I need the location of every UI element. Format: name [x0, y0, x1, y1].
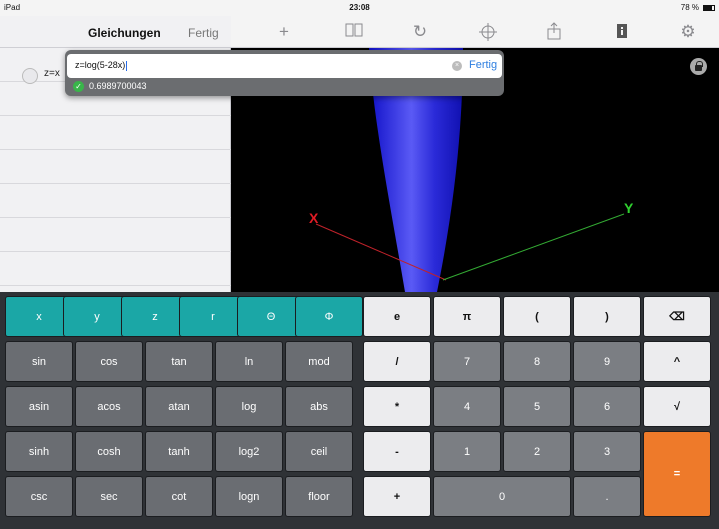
page-indicator — [176, 521, 196, 525]
key-plus[interactable]: + — [363, 476, 431, 517]
key-atan[interactable]: atan — [145, 386, 213, 427]
key-asin[interactable]: asin — [5, 386, 73, 427]
key-cot[interactable]: cot — [145, 476, 213, 517]
info-icon[interactable] — [611, 22, 633, 42]
key-tan[interactable]: tan — [145, 341, 213, 382]
equation-input-text: z=log(5-28x) — [75, 60, 128, 71]
key-log[interactable]: log — [215, 386, 283, 427]
y-axis-label: Y — [624, 200, 634, 216]
key-equals[interactable]: = — [643, 431, 711, 517]
book-icon[interactable] — [343, 22, 365, 42]
key-ln[interactable]: ln — [215, 341, 283, 382]
sidebar-title: Gleichungen — [88, 26, 161, 40]
equation-row[interactable] — [0, 116, 231, 150]
app-root: iPad 23:08 78 % Gleichungen Fertig z=x +… — [0, 0, 719, 529]
key-acos[interactable]: acos — [75, 386, 143, 427]
equation-row[interactable] — [0, 252, 231, 286]
equation-row[interactable] — [0, 218, 231, 252]
key-minus[interactable]: - — [363, 431, 431, 472]
key-mod[interactable]: mod — [285, 341, 353, 382]
equation-row[interactable] — [0, 184, 231, 218]
key-sin[interactable]: sin — [5, 341, 73, 382]
key-7[interactable]: 7 — [433, 341, 501, 382]
equation-preview: z=x — [44, 68, 60, 79]
key-4[interactable]: 4 — [433, 386, 501, 427]
lock-icon[interactable] — [690, 58, 707, 75]
key-sec[interactable]: sec — [75, 476, 143, 517]
equation-input-value: z=log(5-28x) — [75, 60, 126, 70]
battery-percent: 78 % — [680, 3, 699, 12]
settings-icon[interactable]: ⚙ — [677, 22, 699, 42]
key-8[interactable]: 8 — [503, 341, 571, 382]
key-0[interactable]: 0 — [433, 476, 571, 517]
y-axis-line — [442, 213, 625, 281]
key-sinh[interactable]: sinh — [5, 431, 73, 472]
key-3[interactable]: 3 — [573, 431, 641, 472]
math-keypad: x y z r Θ Φ e π ( ) ⌫ sin cos tan ln mod… — [0, 292, 719, 529]
crosshair-icon[interactable] — [477, 22, 499, 42]
key-power[interactable]: ^ — [643, 341, 711, 382]
key-open-paren[interactable]: ( — [503, 296, 571, 337]
text-caret — [126, 60, 128, 71]
backspace-icon[interactable]: ⌫ — [643, 296, 711, 337]
sidebar-done-button[interactable]: Fertig — [188, 26, 219, 40]
key-divide[interactable]: / — [363, 341, 431, 382]
equation-row[interactable] — [0, 150, 231, 184]
key-decimal[interactable]: . — [573, 476, 641, 517]
clear-input-icon[interactable]: × — [452, 61, 462, 71]
key-1[interactable]: 1 — [433, 431, 501, 472]
key-cos[interactable]: cos — [75, 341, 143, 382]
key-close-paren[interactable]: ) — [573, 296, 641, 337]
key-multiply[interactable]: * — [363, 386, 431, 427]
key-e[interactable]: e — [363, 296, 431, 337]
status-bar: iPad 23:08 78 % — [0, 0, 719, 16]
share-icon[interactable] — [543, 22, 565, 42]
battery-icon — [703, 5, 715, 11]
key-log2[interactable]: log2 — [215, 431, 283, 472]
key-ceil[interactable]: ceil — [285, 431, 353, 472]
key-sqrt[interactable]: √ — [643, 386, 711, 427]
refresh-icon[interactable]: ↻ — [409, 22, 431, 42]
equation-input[interactable]: z=log(5-28x) × Fertig — [67, 54, 502, 78]
result-value: 0.6989700043 — [89, 81, 147, 91]
key-floor[interactable]: floor — [285, 476, 353, 517]
top-toolbar: + ↻ ⚙ — [231, 16, 719, 48]
key-abs[interactable]: abs — [285, 386, 353, 427]
key-pi[interactable]: π — [433, 296, 501, 337]
key-tanh[interactable]: tanh — [145, 431, 213, 472]
evaluation-result: ✓ 0.6989700043 — [73, 81, 147, 92]
plus-icon[interactable]: + — [273, 22, 295, 42]
check-icon: ✓ — [73, 81, 84, 92]
key-6[interactable]: 6 — [573, 386, 641, 427]
key-csc[interactable]: csc — [5, 476, 73, 517]
sidebar-nav: Gleichungen Fertig — [0, 16, 231, 48]
key-2[interactable]: 2 — [503, 431, 571, 472]
equation-editor-popover: z=log(5-28x) × Fertig ✓ 0.6989700043 — [65, 50, 504, 96]
clock: 23:08 — [349, 3, 370, 12]
equation-toggle[interactable] — [22, 68, 38, 84]
key-9[interactable]: 9 — [573, 341, 641, 382]
popover-done-button[interactable]: Fertig — [469, 59, 497, 71]
key-5[interactable]: 5 — [503, 386, 571, 427]
key-logn[interactable]: logn — [215, 476, 283, 517]
key-phi[interactable]: Φ — [295, 296, 363, 337]
key-cosh[interactable]: cosh — [75, 431, 143, 472]
x-axis-label: X — [309, 210, 319, 226]
